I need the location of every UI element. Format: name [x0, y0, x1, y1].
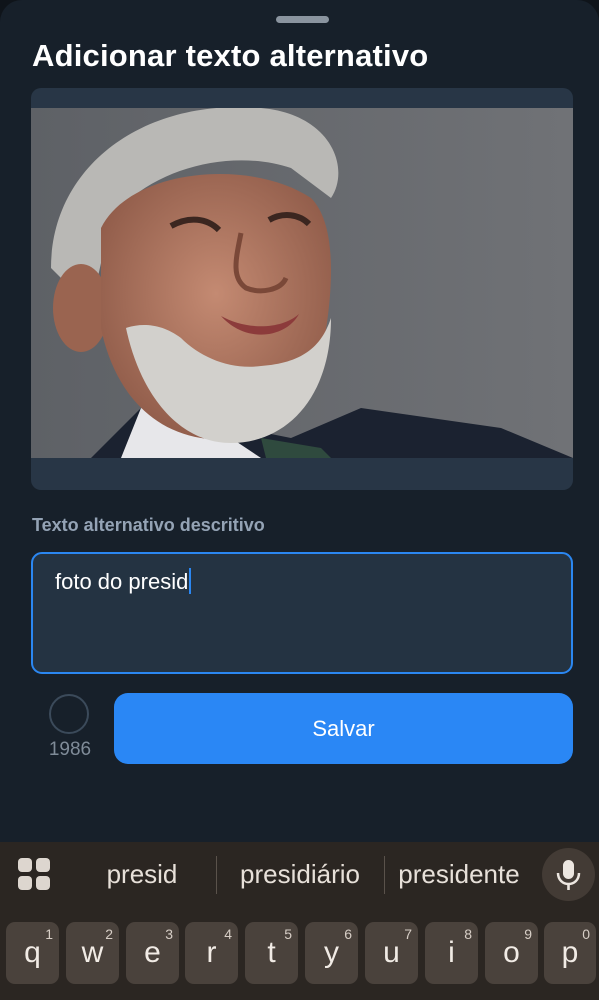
key-letter: u: [383, 936, 400, 969]
suggestion-divider: [216, 856, 217, 894]
key-letter: t: [267, 936, 276, 969]
character-counter-ring: [49, 694, 89, 734]
photo: [31, 108, 573, 458]
suggestion-bar: presid presidiário presidente: [0, 842, 599, 908]
apps-grid-icon[interactable]: [18, 858, 52, 892]
suggestion-divider: [384, 856, 385, 894]
key-letter: o: [503, 936, 520, 969]
key-u[interactable]: u7: [365, 922, 418, 984]
key-number: 4: [224, 926, 232, 942]
portrait-illustration: [31, 108, 573, 458]
keyboard: q1 w2 e3 r4 t5 y6 u7 i8 o9 p0: [0, 908, 599, 1000]
key-number: 7: [404, 926, 412, 942]
key-letter: i: [448, 936, 455, 969]
suggestion-2[interactable]: presidiário: [226, 859, 374, 890]
sheet-title: Adicionar texto alternativo: [32, 38, 429, 73]
key-letter: r: [206, 936, 217, 969]
key-letter: w: [81, 936, 104, 969]
key-w[interactable]: w2: [66, 922, 119, 984]
key-t[interactable]: t5: [245, 922, 298, 984]
character-counter: 1986: [48, 739, 92, 760]
key-y[interactable]: y6: [305, 922, 358, 984]
key-number: 3: [165, 926, 173, 942]
key-number: 5: [284, 926, 292, 942]
key-letter: p: [561, 936, 579, 969]
bottom-sheet: Adicionar texto alternativo Texto altern…: [0, 0, 599, 842]
key-number: 6: [344, 926, 352, 942]
key-letter: y: [324, 936, 339, 969]
alt-text-label: Texto alternativo descritivo: [32, 515, 265, 535]
key-o[interactable]: o9: [485, 922, 538, 984]
key-r[interactable]: r4: [185, 922, 238, 984]
key-letter: q: [24, 936, 41, 969]
microphone-button[interactable]: [542, 848, 595, 901]
key-number: 9: [524, 926, 532, 942]
key-i[interactable]: i8: [425, 922, 478, 984]
key-number: 0: [582, 926, 590, 942]
image-preview: [31, 88, 573, 490]
key-number: 1: [45, 926, 53, 942]
suggestion-3[interactable]: presidente: [390, 859, 528, 890]
text-caret: [189, 568, 192, 594]
microphone-icon: [556, 860, 581, 890]
key-p[interactable]: p0: [544, 922, 596, 984]
key-number: 2: [105, 926, 113, 942]
save-button[interactable]: Salvar: [114, 693, 573, 764]
key-number: 8: [464, 926, 472, 942]
suggestion-1[interactable]: presid: [88, 859, 196, 890]
alt-text-value: foto do presid: [55, 569, 189, 594]
alt-text-input[interactable]: foto do presid: [31, 552, 573, 674]
key-e[interactable]: e3: [126, 922, 179, 984]
key-q[interactable]: q1: [6, 922, 59, 984]
key-letter: e: [144, 936, 161, 969]
drag-handle[interactable]: [276, 16, 329, 23]
